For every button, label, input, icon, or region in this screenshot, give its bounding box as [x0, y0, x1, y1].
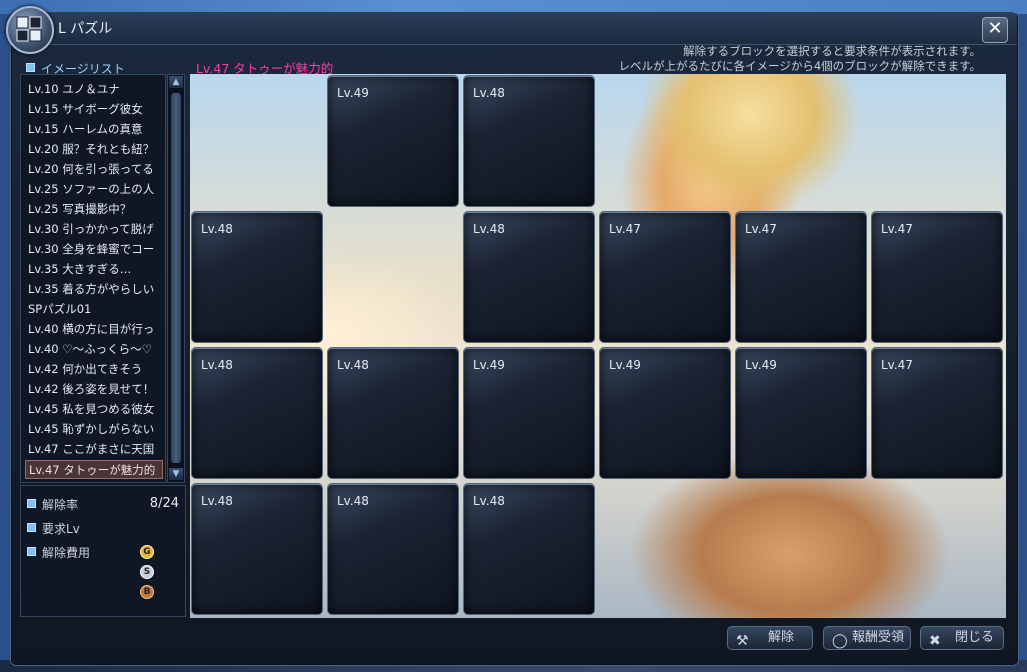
tile-level-label: Lv.48 — [473, 86, 505, 100]
locked-tile[interactable]: Lv.49 — [735, 347, 867, 479]
locked-tile[interactable]: Lv.47 — [735, 211, 867, 343]
tile-level-label: Lv.47 — [881, 358, 913, 372]
hammer-icon: ⚒ — [736, 633, 749, 649]
locked-tile[interactable]: Lv.48 — [463, 211, 595, 343]
locked-tile[interactable]: Lv.47 — [871, 211, 1003, 343]
silver-coin-icon: S — [140, 565, 154, 579]
tile-level-label: Lv.48 — [201, 222, 233, 236]
puzzle-image-detail — [640, 74, 860, 210]
tile-level-label: Lv.47 — [745, 222, 777, 236]
hint-line-1: 解除するブロックを選択すると要求条件が表示されます。 — [683, 44, 981, 58]
list-item[interactable]: Lv.25 写真撮影中？ — [25, 200, 163, 219]
list-item[interactable]: Lv.47 タトゥーが魅力的 — [25, 460, 163, 479]
list-item[interactable]: Lv.15 サイボーグ彼女 — [25, 100, 163, 119]
tile-level-label: Lv.49 — [609, 358, 641, 372]
image-list[interactable]: Lv.10 ユノ＆ユナ Lv.15 サイボーグ彼女 Lv.15 ハーレムの真意 Lv.… — [20, 74, 166, 483]
locked-tile[interactable]: Lv.48 — [191, 347, 323, 479]
locked-tile[interactable]: Lv.47 — [599, 211, 731, 343]
tile-level-label: Lv.49 — [473, 358, 505, 372]
title-bar[interactable] — [10, 12, 1017, 45]
list-item[interactable]: Lv.42 何か出てきそう — [25, 360, 163, 379]
close-button[interactable]: ✖ 閉じる — [920, 626, 1004, 650]
close-icon[interactable]: ✕ — [982, 17, 1008, 43]
locked-tile[interactable]: Lv.48 — [191, 483, 323, 615]
list-item[interactable]: Lv.20 服？それとも紐？ — [25, 140, 163, 159]
locked-tile[interactable]: Lv.49 — [327, 75, 459, 207]
list-item[interactable]: Lv.35 大きすぎる… — [25, 260, 163, 279]
image-list-scrollbar[interactable]: ▲ ▼ — [167, 74, 185, 483]
window-title: L パズル — [58, 21, 113, 37]
tile-level-label: Lv.48 — [473, 222, 505, 236]
locked-tile[interactable]: Lv.49 — [599, 347, 731, 479]
close-icon: ✖ — [929, 633, 941, 649]
tile-level-label: Lv.47 — [609, 222, 641, 236]
list-item[interactable]: Lv.47 ここがまさに天国 — [25, 440, 163, 459]
list-item[interactable]: Lv.45 私を見つめる彼女 — [25, 400, 163, 419]
locked-tile[interactable]: Lv.48 — [327, 483, 459, 615]
gold-coin-icon: G — [140, 545, 154, 559]
locked-tile[interactable]: Lv.48 — [463, 75, 595, 207]
tile-level-label: Lv.48 — [337, 494, 369, 508]
list-item[interactable]: Lv.42 後ろ姿を見せて！ — [25, 380, 163, 399]
scroll-down-icon[interactable]: ▼ — [169, 468, 183, 480]
list-item[interactable]: Lv.10 ユノ＆ユナ — [25, 80, 163, 99]
list-item[interactable]: Lv.40 横の方に目が行っ — [25, 320, 163, 339]
list-item[interactable]: SPパズル01 — [25, 300, 163, 319]
puzzle-logo-icon — [6, 6, 54, 54]
ring-icon: ◯ — [832, 633, 848, 649]
bronze-coin-icon: B — [140, 585, 154, 599]
puzzle-grid: Lv.49 Lv.48 Lv.48 Lv.48 Lv.47 Lv.47 Lv.47 Lv.48… — [190, 74, 1006, 618]
scroll-up-icon[interactable]: ▲ — [169, 76, 183, 88]
list-item[interactable]: Lv.30 引っかかって脱げ — [25, 220, 163, 239]
bullet-icon — [27, 499, 36, 508]
list-item[interactable]: Lv.25 ソファーの上の人 — [25, 180, 163, 199]
unlock-button-label: 解除 — [768, 630, 795, 645]
reward-button[interactable]: ◯ 報酬受領 — [823, 626, 911, 650]
tile-level-label: Lv.48 — [201, 494, 233, 508]
locked-tile[interactable]: Lv.48 — [327, 347, 459, 479]
list-item[interactable]: Lv.40 ♡～ふっくら～♡ — [25, 340, 163, 359]
required-lv-label: 要求Lv — [27, 520, 80, 537]
tile-level-label: Lv.48 — [473, 494, 505, 508]
hint-line-2: レベルが上がるたびに各イメージから4個のブロックが解除できます。 — [618, 59, 981, 73]
unlock-rate-value: 8/24 — [149, 496, 179, 511]
bullet-icon — [27, 547, 36, 556]
locked-tile[interactable]: Lv.48 — [463, 483, 595, 615]
bullet-icon — [26, 63, 35, 72]
list-item[interactable]: Lv.45 恥ずかしがらない — [25, 420, 163, 439]
list-item[interactable]: Lv.35 着る方がやらしい — [25, 280, 163, 299]
tile-level-label: Lv.48 — [337, 358, 369, 372]
bullet-icon — [27, 523, 36, 532]
tile-level-label: Lv.48 — [201, 358, 233, 372]
reward-button-label: 報酬受領 — [852, 630, 905, 645]
close-button-label: 閉じる — [955, 630, 995, 645]
locked-tile[interactable]: Lv.49 — [463, 347, 595, 479]
list-item[interactable]: Lv.15 ハーレムの真意 — [25, 120, 163, 139]
tile-level-label: Lv.47 — [881, 222, 913, 236]
locked-tile[interactable]: Lv.47 — [871, 347, 1003, 479]
locked-tile[interactable]: Lv.48 — [191, 211, 323, 343]
scroll-thumb[interactable] — [171, 93, 181, 463]
unlock-cost-label: 解除費用 — [27, 544, 90, 561]
unlock-button[interactable]: ⚒ 解除 — [727, 626, 813, 650]
tile-level-label: Lv.49 — [745, 358, 777, 372]
unlock-rate-label: 解除率 — [27, 496, 78, 513]
tile-level-label: Lv.49 — [337, 86, 369, 100]
list-item[interactable]: Lv.30 全身を蜂蜜でコー — [25, 240, 163, 259]
info-panel: 解除率 8/24 要求Lv 解除費用 G S B — [20, 485, 186, 617]
list-item[interactable]: Lv.20 何を引っ張ってる — [25, 160, 163, 179]
